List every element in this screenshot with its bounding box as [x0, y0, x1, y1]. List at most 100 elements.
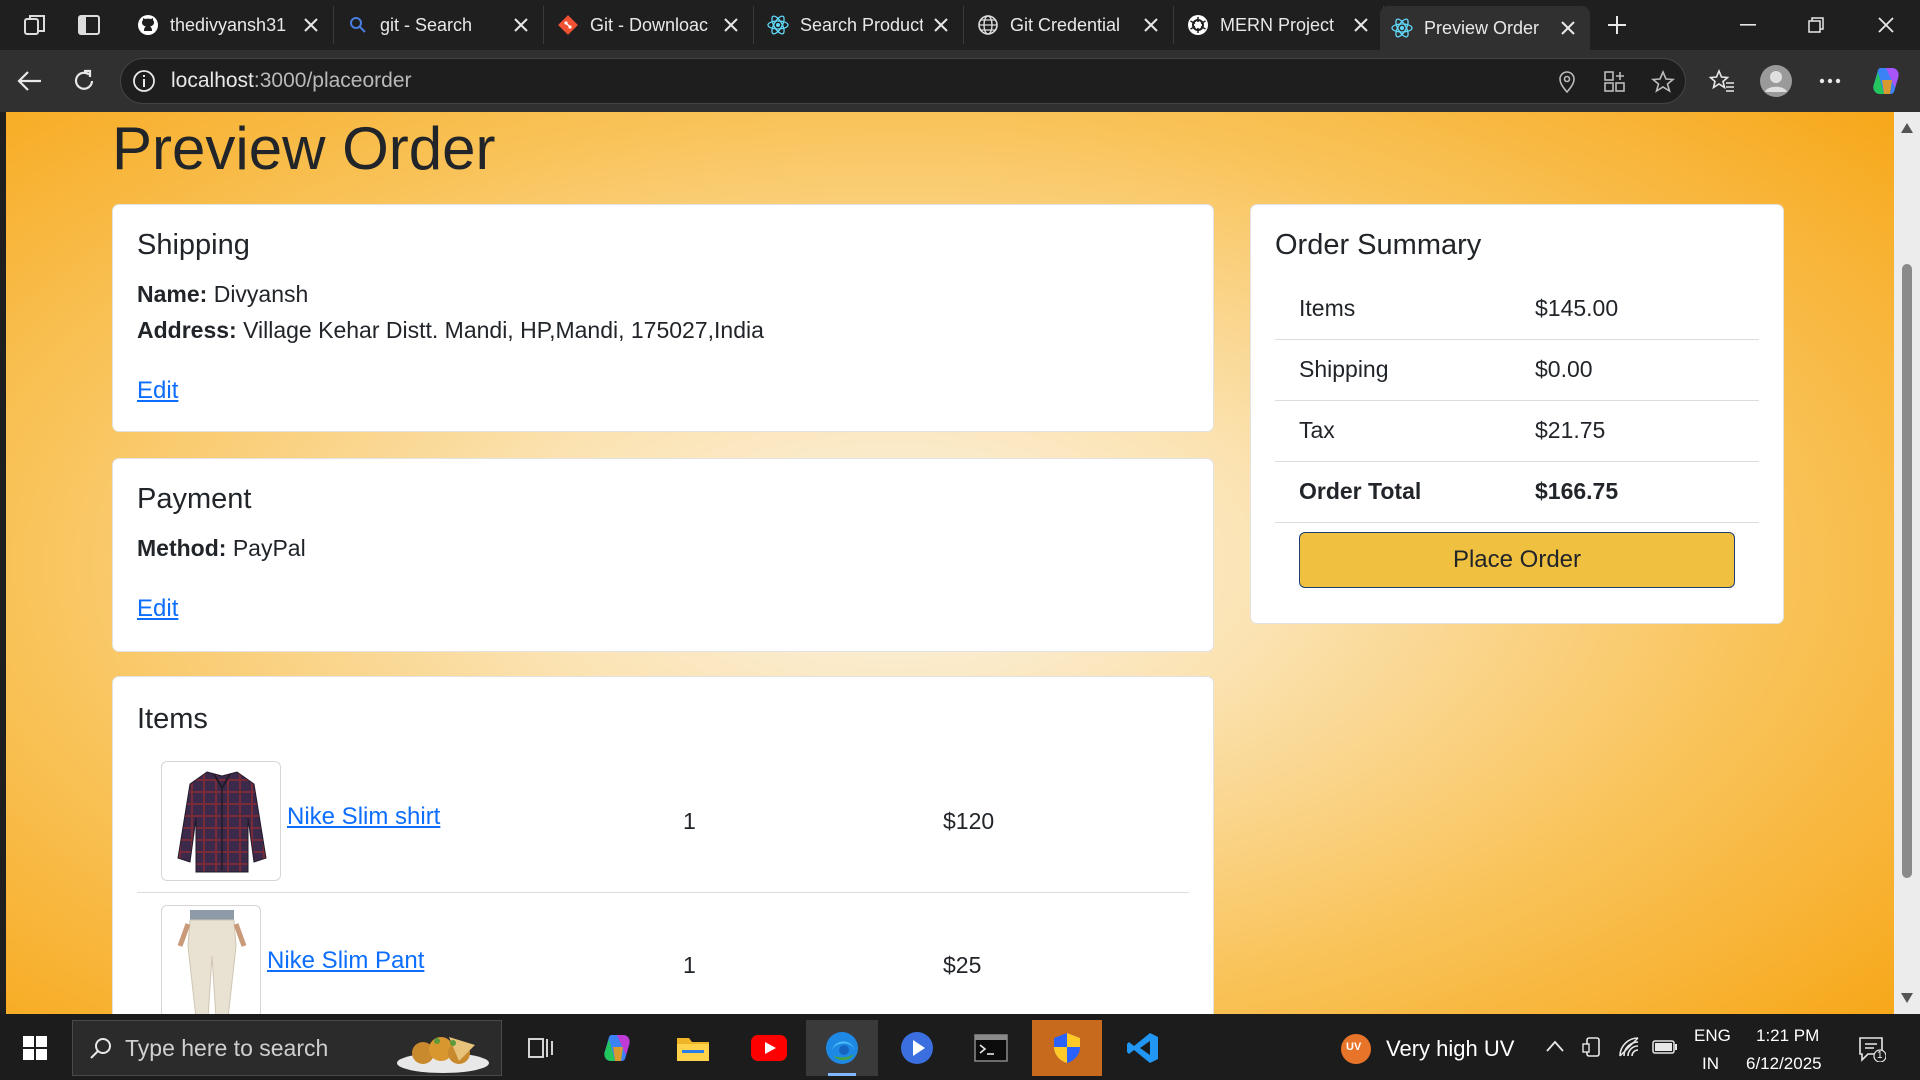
- url-path: :3000/placeorder: [253, 69, 412, 92]
- edit-payment-link[interactable]: Edit: [137, 595, 178, 623]
- list-item: Nike Slim shirt 1 $120: [137, 761, 1189, 893]
- scroll-up-icon[interactable]: [1900, 122, 1914, 134]
- item-quantity: 1: [683, 808, 696, 834]
- address-bar[interactable]: localhost:3000/placeorder: [120, 58, 1686, 104]
- vscode-icon[interactable]: [1108, 1020, 1178, 1076]
- tab-title: Search Producti: [800, 14, 923, 35]
- git-icon: [556, 13, 580, 37]
- url-host: localhost: [171, 69, 254, 92]
- scrollbar-thumb[interactable]: [1902, 264, 1912, 878]
- url-text[interactable]: localhost:3000/placeorder: [171, 69, 412, 93]
- terminal-icon[interactable]: [956, 1020, 1026, 1076]
- youtube-icon[interactable]: [734, 1020, 804, 1076]
- summary-row-order-total: Order Total $166.75: [1275, 462, 1759, 523]
- item-price: $120: [943, 808, 995, 834]
- profile-avatar[interactable]: [1756, 62, 1796, 100]
- close-tab-icon[interactable]: [509, 13, 533, 37]
- react-icon: [766, 13, 790, 37]
- close-tab-icon[interactable]: [1556, 16, 1580, 40]
- list-item: Nike Slim Pant 1 $25: [137, 905, 1189, 1014]
- tab-mern-project[interactable]: MERN Project: [1176, 6, 1384, 44]
- summary-row-items: Items $145.00: [1275, 279, 1759, 340]
- page-viewport: Preview Order Shipping Name: Divyansh Ad…: [6, 112, 1894, 1014]
- product-image-pant[interactable]: [161, 905, 261, 1014]
- favorites-icon[interactable]: [1702, 62, 1742, 100]
- payment-card: Payment Method: PayPal Edit: [112, 458, 1214, 652]
- back-icon[interactable]: [10, 62, 50, 100]
- scroll-down-icon[interactable]: [1900, 992, 1914, 1004]
- copilot-app-icon[interactable]: [582, 1020, 652, 1076]
- address-value: Village Kehar Distt. Mandi, HP,Mandi, 17…: [243, 317, 764, 343]
- more-options-icon[interactable]: [1810, 62, 1850, 100]
- tab-title: Git Credential: [1010, 14, 1121, 35]
- payment-method: Method: PayPal: [137, 535, 306, 562]
- windows-start-icon[interactable]: [0, 1020, 70, 1076]
- summary-value: $21.75: [1535, 417, 1606, 443]
- tab-search-products[interactable]: Search Producti: [756, 6, 964, 44]
- site-info-icon[interactable]: [131, 68, 157, 94]
- summary-value: $166.75: [1535, 478, 1619, 504]
- summary-value: $0.00: [1535, 356, 1593, 382]
- edge-browser-icon[interactable]: [806, 1020, 878, 1076]
- copilot-icon[interactable]: [1866, 62, 1906, 100]
- tab-git-search[interactable]: git - Search: [336, 6, 544, 44]
- github-icon: [136, 13, 160, 37]
- summary-row-tax: Tax $21.75: [1275, 401, 1759, 462]
- name-label: Name:: [137, 281, 208, 307]
- file-explorer-icon[interactable]: [658, 1020, 728, 1076]
- close-window-icon[interactable]: [1852, 0, 1920, 50]
- taskbar-search-box[interactable]: Type here to search: [72, 1020, 502, 1076]
- order-summary-heading: Order Summary: [1275, 229, 1482, 261]
- search-placeholder: Type here to search: [125, 1034, 329, 1061]
- product-link-shirt[interactable]: Nike Slim shirt: [287, 803, 440, 831]
- shipping-address: Address: Village Kehar Distt. Mandi, HP,…: [137, 317, 764, 344]
- address-label: Address:: [137, 317, 237, 343]
- uv-badge-text: UV: [1346, 1041, 1362, 1053]
- order-summary-card: Order Summary Items $145.00 Shipping $0.…: [1250, 204, 1784, 624]
- battery-icon[interactable]: [1652, 1040, 1678, 1054]
- page-title: Preview Order: [112, 115, 496, 182]
- items-card: Items Nike Slim shirt 1 $120 Nike Slim P…: [112, 676, 1214, 1014]
- task-view-icon[interactable]: [506, 1020, 576, 1076]
- location-icon[interactable]: [1553, 68, 1581, 96]
- page-scrollbar[interactable]: [1894, 112, 1920, 1014]
- summary-label: Tax: [1299, 417, 1335, 443]
- notification-count: 1: [1877, 1050, 1883, 1061]
- product-image-shirt[interactable]: [161, 761, 281, 881]
- media-player-icon[interactable]: [882, 1020, 952, 1076]
- summary-value: $145.00: [1535, 295, 1619, 321]
- restore-icon[interactable]: [1782, 0, 1850, 50]
- summary-row-shipping: Shipping $0.00: [1275, 340, 1759, 401]
- tab-git-download[interactable]: Git - Downloac: [546, 6, 754, 44]
- tab-git-credential[interactable]: Git Credential: [966, 6, 1174, 44]
- network-icon[interactable]: [1618, 1036, 1642, 1058]
- close-tab-icon[interactable]: [929, 13, 953, 37]
- edit-shipping-link[interactable]: Edit: [137, 377, 178, 405]
- refresh-icon[interactable]: [64, 62, 104, 100]
- weather-text[interactable]: Very high UV: [1386, 1036, 1514, 1062]
- clock-date[interactable]: 6/12/2025: [1746, 1054, 1822, 1074]
- language-code[interactable]: ENG: [1694, 1026, 1731, 1046]
- new-tab-button[interactable]: [1600, 8, 1634, 42]
- device-icon[interactable]: [1582, 1036, 1604, 1058]
- chevron-up-icon[interactable]: [1546, 1040, 1564, 1052]
- language-region[interactable]: IN: [1702, 1054, 1719, 1074]
- method-value: PayPal: [232, 535, 306, 561]
- close-tab-icon[interactable]: [1349, 13, 1373, 37]
- workspaces-icon[interactable]: [18, 9, 52, 41]
- tab-actions-icon[interactable]: [72, 9, 106, 41]
- close-tab-icon[interactable]: [299, 13, 323, 37]
- tab-preview-order[interactable]: Preview Order: [1380, 6, 1590, 50]
- payment-heading: Payment: [137, 483, 252, 515]
- close-tab-icon[interactable]: [719, 13, 743, 37]
- app-available-icon[interactable]: [1601, 68, 1629, 96]
- favorite-star-icon[interactable]: [1649, 68, 1677, 96]
- place-order-button[interactable]: Place Order: [1299, 532, 1735, 588]
- clock-time[interactable]: 1:21 PM: [1756, 1026, 1819, 1046]
- minimize-icon[interactable]: [1714, 0, 1782, 50]
- security-shield-icon[interactable]: [1032, 1020, 1102, 1076]
- product-link-pant[interactable]: Nike Slim Pant: [267, 947, 424, 975]
- close-tab-icon[interactable]: [1139, 13, 1163, 37]
- tab-github[interactable]: thedivyansh31: [126, 6, 334, 44]
- browser-toolbar: localhost:3000/placeorder: [0, 50, 1920, 112]
